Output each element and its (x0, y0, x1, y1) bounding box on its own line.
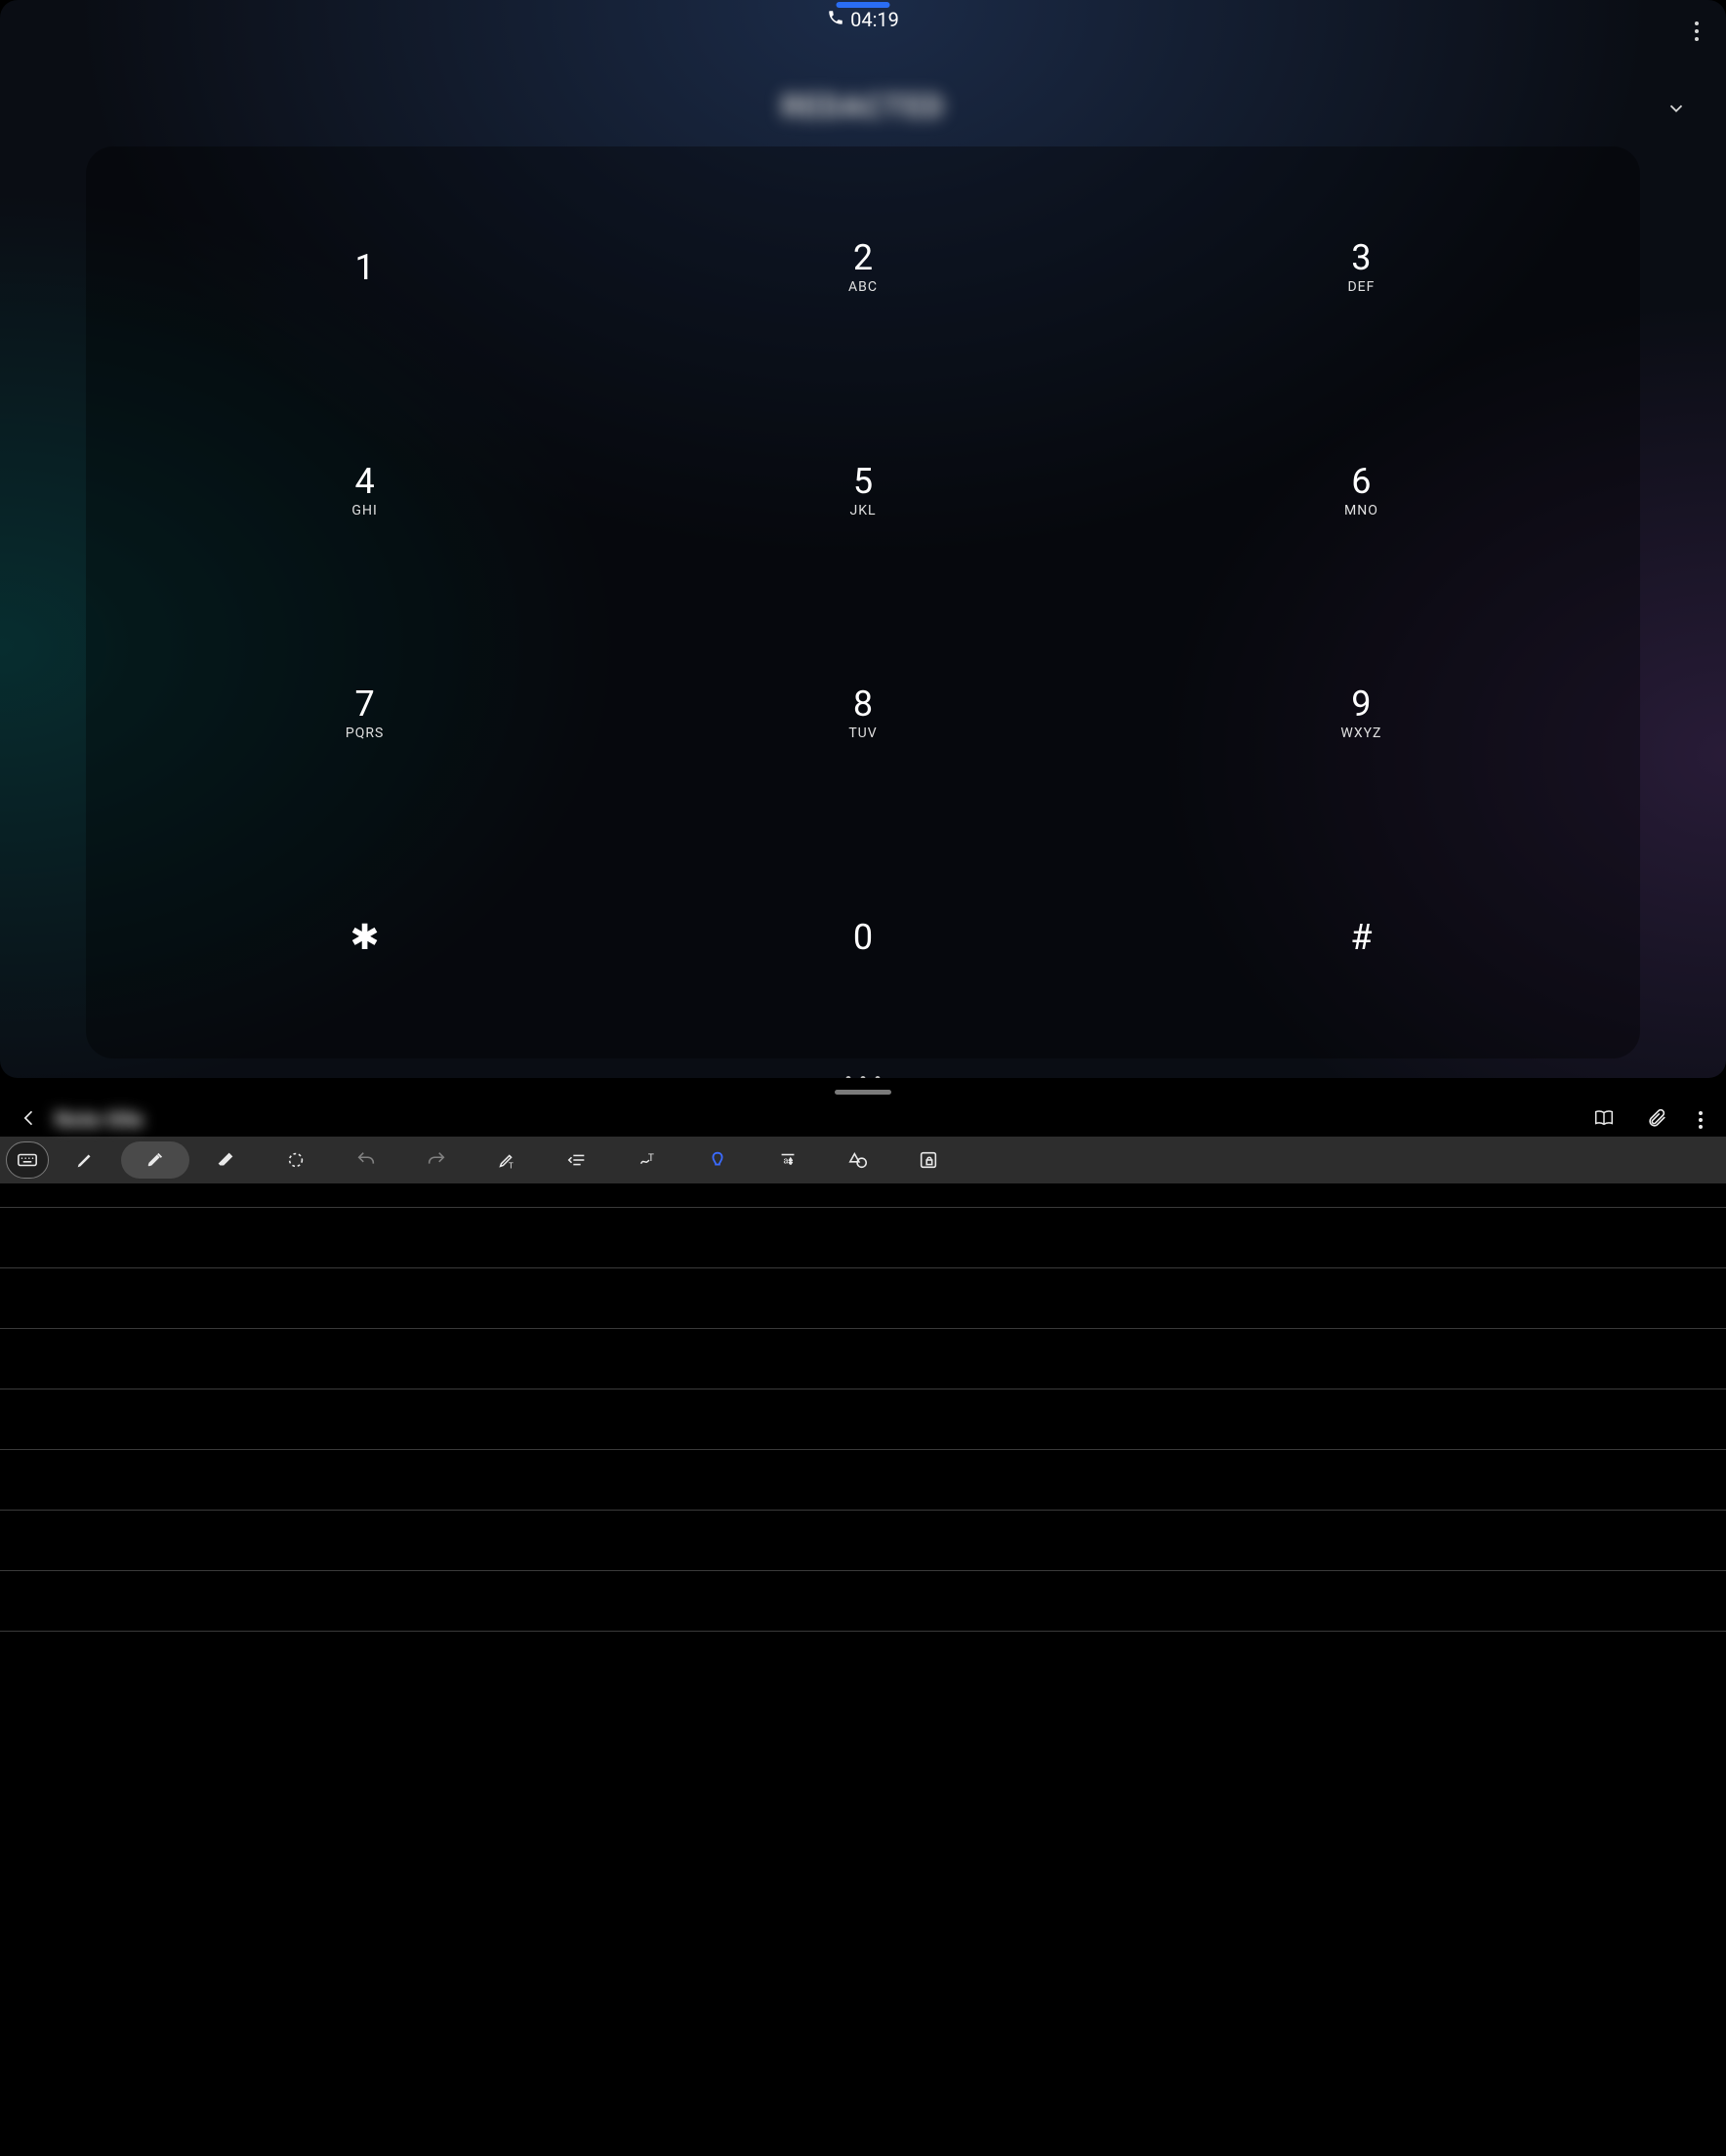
drawing-toolbar: T Ta (0, 1137, 1726, 1183)
keypad-key-6[interactable]: 6 MNO (1112, 380, 1610, 603)
keypad-key-5[interactable]: 5 JKL (614, 380, 1112, 603)
keypad-key-9[interactable]: 9 WXYZ (1112, 602, 1610, 826)
back-button[interactable] (14, 1102, 45, 1138)
keypad-digit: 7 (354, 686, 374, 722)
keypad-digit: 5 (853, 464, 873, 499)
collapse-keypad-button[interactable] (1665, 98, 1687, 123)
reading-mode-button[interactable] (1583, 1101, 1624, 1139)
keypad-sub: TUV (848, 726, 877, 741)
keypad-sub: PQRS (346, 726, 384, 741)
phone-icon (827, 8, 844, 31)
svg-text:T: T (648, 1153, 654, 1164)
undo-tool (332, 1141, 400, 1179)
auto-format-tool[interactable]: a (754, 1141, 822, 1179)
keypad-sub: MNO (1344, 503, 1378, 518)
more-options-button[interactable] (1687, 14, 1706, 49)
keypad-digit: 1 (354, 250, 374, 285)
split-indicator-icon (846, 1076, 881, 1078)
keypad-sub: WXYZ (1340, 726, 1381, 741)
lasso-select-tool[interactable] (262, 1141, 330, 1179)
phone-call-pane: 04:19 REDACTED 1 2 ABC 3 DEF 4 GHI 5 JKL 6 MNO 7 PQR… (0, 0, 1726, 1078)
ruled-line (0, 1328, 1726, 1329)
ruled-line (0, 1570, 1726, 1571)
note-canvas[interactable] (0, 1183, 1726, 2156)
keypad-key-star[interactable]: ✱ (115, 826, 613, 1050)
note-title: Note title (55, 1108, 144, 1133)
highlighter-tool[interactable] (121, 1141, 189, 1179)
keypad-digit: 4 (354, 464, 374, 499)
caller-name: REDACTED (781, 88, 944, 125)
ruled-line (0, 1267, 1726, 1268)
keypad-sub: GHI (351, 503, 377, 518)
keypad-digit: 6 (1351, 464, 1371, 499)
redo-tool (402, 1141, 471, 1179)
call-status: 04:19 (0, 8, 1726, 31)
keypad-key-3[interactable]: 3 DEF (1112, 156, 1610, 380)
svg-text:a: a (783, 1157, 788, 1167)
split-drag-handle[interactable] (0, 1080, 1726, 1103)
keypad-key-7[interactable]: 7 PQRS (115, 602, 613, 826)
align-tool[interactable] (543, 1141, 611, 1179)
ruled-line (0, 1207, 1726, 1208)
keypad-key-4[interactable]: 4 GHI (115, 380, 613, 603)
ruled-line (0, 1449, 1726, 1450)
keyboard-tool[interactable] (6, 1141, 49, 1179)
keypad-sub: DEF (1347, 279, 1375, 295)
notes-app-pane: Note title T Ta (0, 1078, 1726, 2156)
eraser-tool[interactable] (191, 1141, 260, 1179)
keypad-digit: 3 (1351, 240, 1371, 275)
lock-canvas-tool[interactable] (894, 1141, 963, 1179)
keypad-digit: 9 (1351, 686, 1371, 722)
keypad-sub: JKL (849, 503, 876, 518)
straighten-tool[interactable]: T (613, 1141, 681, 1179)
convert-text-tool[interactable]: T (473, 1141, 541, 1179)
ruled-line (0, 1510, 1726, 1511)
keypad-digit: 2 (853, 240, 873, 275)
keypad-sub: ABC (848, 279, 878, 295)
keypad-key-1[interactable]: 1 (115, 156, 613, 380)
keypad-digit: # (1350, 920, 1372, 955)
keypad-key-hash[interactable]: # (1112, 826, 1610, 1050)
keypad-digit: 0 (853, 920, 873, 955)
svg-text:T: T (509, 1161, 514, 1171)
notes-header: Note title (0, 1103, 1726, 1137)
keypad-key-8[interactable]: 8 TUV (614, 602, 1112, 826)
notes-more-button[interactable] (1689, 1105, 1712, 1135)
keypad-key-2[interactable]: 2 ABC (614, 156, 1112, 380)
keypad-key-0[interactable]: 0 (614, 826, 1112, 1050)
keypad-digit: ✱ (350, 920, 380, 955)
pen-tool[interactable] (51, 1141, 119, 1179)
call-duration: 04:19 (850, 8, 899, 31)
easy-writing-tool[interactable] (683, 1141, 752, 1179)
keypad-digit: 8 (853, 686, 873, 722)
ruled-line (0, 1631, 1726, 1632)
dtmf-keypad: 1 2 ABC 3 DEF 4 GHI 5 JKL 6 MNO 7 PQRS 8 TUV 9 WXYZ ✱ 0 # (86, 146, 1639, 1058)
shape-tool[interactable] (824, 1141, 892, 1179)
attach-button[interactable] (1636, 1101, 1677, 1139)
